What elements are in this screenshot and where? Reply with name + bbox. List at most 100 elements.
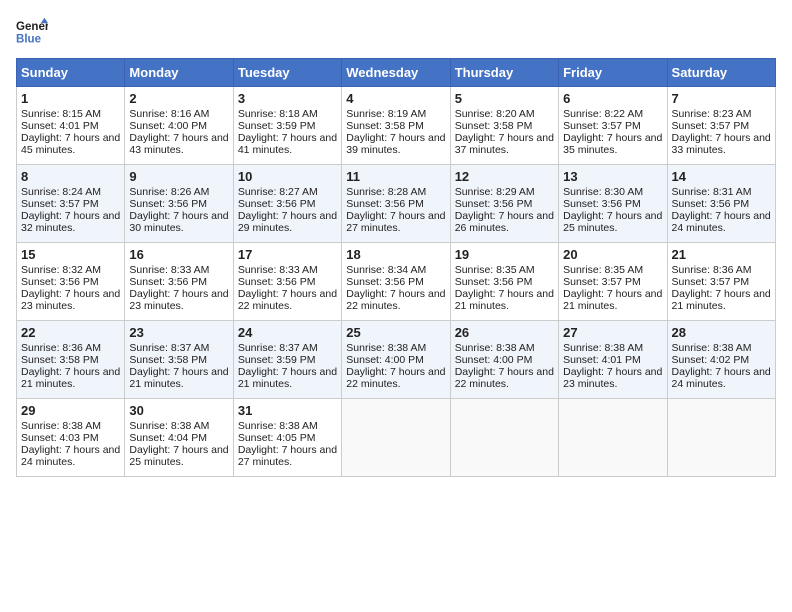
daylight: Daylight: 7 hours and 45 minutes. [21,132,120,156]
day-number: 11 [346,169,445,184]
sunset: Sunset: 3:56 PM [346,198,424,210]
day-number: 25 [346,325,445,340]
sunrise: Sunrise: 8:26 AM [129,186,209,198]
day-number: 18 [346,247,445,262]
calendar-cell: 11Sunrise: 8:28 AMSunset: 3:56 PMDayligh… [342,165,450,243]
calendar-cell: 28Sunrise: 8:38 AMSunset: 4:02 PMDayligh… [667,321,775,399]
daylight: Daylight: 7 hours and 21 minutes. [672,288,771,312]
sunset: Sunset: 3:57 PM [563,276,641,288]
sunset: Sunset: 3:56 PM [129,198,207,210]
sunset: Sunset: 3:58 PM [21,354,99,366]
sunrise: Sunrise: 8:29 AM [455,186,535,198]
daylight: Daylight: 7 hours and 22 minutes. [238,288,337,312]
day-number: 23 [129,325,228,340]
calendar-cell: 1Sunrise: 8:15 AMSunset: 4:01 PMDaylight… [17,87,125,165]
sunset: Sunset: 3:56 PM [563,198,641,210]
calendar-cell: 7Sunrise: 8:23 AMSunset: 3:57 PMDaylight… [667,87,775,165]
day-of-week-header: Monday [125,59,233,87]
sunrise: Sunrise: 8:34 AM [346,264,426,276]
svg-text:Blue: Blue [16,34,42,46]
sunset: Sunset: 3:57 PM [563,120,641,132]
daylight: Daylight: 7 hours and 30 minutes. [129,210,228,234]
calendar-cell: 10 Sunrise: 8:27 AMSunset: 3:56 PMDayligh… [233,165,341,243]
sunset: Sunset: 4:04 PM [129,432,207,444]
daylight: Daylight: 7 hours and 25 minutes. [129,444,228,468]
day-number: 9 [129,169,228,184]
day-number: 27 [563,325,662,340]
sunset: Sunset: 3:56 PM [346,276,424,288]
sunrise: Sunrise: 8:32 AM [21,264,101,276]
daylight: Daylight: 7 hours and 22 minutes. [455,366,554,390]
calendar-cell: 30Sunrise: 8:38 AMSunset: 4:04 PMDayligh… [125,399,233,477]
sunset: Sunset: 3:58 PM [129,354,207,366]
sunrise: Sunrise: 8:20 AM [455,108,535,120]
calendar-cell: 8Sunrise: 8:24 AMSunset: 3:57 PMDaylight… [17,165,125,243]
calendar-cell: 13 Sunrise: 8:30 AMSunset: 3:56 PMDayligh… [559,165,667,243]
daylight: Daylight: 7 hours and 33 minutes. [672,132,771,156]
sunrise: Sunrise: 8:38 AM [238,420,318,432]
sunset: Sunset: 4:00 PM [129,120,207,132]
calendar-cell: 18 Sunrise: 8:34 AMSunset: 3:56 PMDayligh… [342,243,450,321]
day-of-week-header: Thursday [450,59,558,87]
daylight: Daylight: 7 hours and 25 minutes. [563,210,662,234]
sunset: Sunset: 3:58 PM [346,120,424,132]
day-number: 2 [129,91,228,106]
day-number: 15 [21,247,120,262]
day-number: 13 [563,169,662,184]
sunrise: Sunrise: 8:35 AM [563,264,643,276]
calendar-cell: 26 Sunrise: 8:38 AMSunset: 4:00 PMDayligh… [450,321,558,399]
day-number: 14 [672,169,771,184]
calendar-cell: 6Sunrise: 8:22 AMSunset: 3:57 PMDaylight… [559,87,667,165]
sunset: Sunset: 3:56 PM [455,276,533,288]
sunrise: Sunrise: 8:38 AM [455,342,535,354]
calendar-cell: 16Sunrise: 8:33 AMSunset: 3:56 PMDayligh… [125,243,233,321]
day-number: 19 [455,247,554,262]
day-number: 26 [455,325,554,340]
calendar-cell: 24Sunrise: 8:37 AMSunset: 3:59 PMDayligh… [233,321,341,399]
logo-icon: General Blue [16,16,48,48]
sunrise: Sunrise: 8:28 AM [346,186,426,198]
sunrise: Sunrise: 8:30 AM [563,186,643,198]
calendar-cell: 20 Sunrise: 8:35 AMSunset: 3:57 PMDayligh… [559,243,667,321]
sunrise: Sunrise: 8:27 AM [238,186,318,198]
day-number: 30 [129,403,228,418]
sunset: Sunset: 3:57 PM [21,198,99,210]
day-number: 20 [563,247,662,262]
calendar-cell: 25Sunrise: 8:38 AMSunset: 4:00 PMDayligh… [342,321,450,399]
calendar-cell [559,399,667,477]
day-of-week-header: Friday [559,59,667,87]
calendar-cell: 9 Sunrise: 8:26 AMSunset: 3:56 PMDaylight… [125,165,233,243]
daylight: Daylight: 7 hours and 39 minutes. [346,132,445,156]
sunrise: Sunrise: 8:19 AM [346,108,426,120]
daylight: Daylight: 7 hours and 22 minutes. [346,288,445,312]
calendar-cell: 15Sunrise: 8:32 AMSunset: 3:56 PMDayligh… [17,243,125,321]
sunrise: Sunrise: 8:38 AM [672,342,752,354]
sunrise: Sunrise: 8:36 AM [21,342,101,354]
day-of-week-header: Sunday [17,59,125,87]
daylight: Daylight: 7 hours and 29 minutes. [238,210,337,234]
sunset: Sunset: 3:56 PM [238,198,316,210]
daylight: Daylight: 7 hours and 41 minutes. [238,132,337,156]
calendar-cell: 19Sunrise: 8:35 AMSunset: 3:56 PMDayligh… [450,243,558,321]
daylight: Daylight: 7 hours and 24 minutes. [672,210,771,234]
day-number: 1 [21,91,120,106]
calendar-cell: 2Sunrise: 8:16 AMSunset: 4:00 PMDaylight… [125,87,233,165]
sunset: Sunset: 3:56 PM [129,276,207,288]
sunset: Sunset: 4:01 PM [21,120,99,132]
sunrise: Sunrise: 8:37 AM [129,342,209,354]
day-of-week-header: Saturday [667,59,775,87]
sunrise: Sunrise: 8:31 AM [672,186,752,198]
sunset: Sunset: 4:01 PM [563,354,641,366]
sunrise: Sunrise: 8:16 AM [129,108,209,120]
calendar-cell [342,399,450,477]
day-number: 10 [238,169,337,184]
sunset: Sunset: 4:00 PM [455,354,533,366]
day-number: 5 [455,91,554,106]
daylight: Daylight: 7 hours and 21 minutes. [563,288,662,312]
sunset: Sunset: 4:02 PM [672,354,750,366]
daylight: Daylight: 7 hours and 23 minutes. [563,366,662,390]
sunrise: Sunrise: 8:23 AM [672,108,752,120]
day-number: 12 [455,169,554,184]
day-of-week-header: Wednesday [342,59,450,87]
day-of-week-header: Tuesday [233,59,341,87]
